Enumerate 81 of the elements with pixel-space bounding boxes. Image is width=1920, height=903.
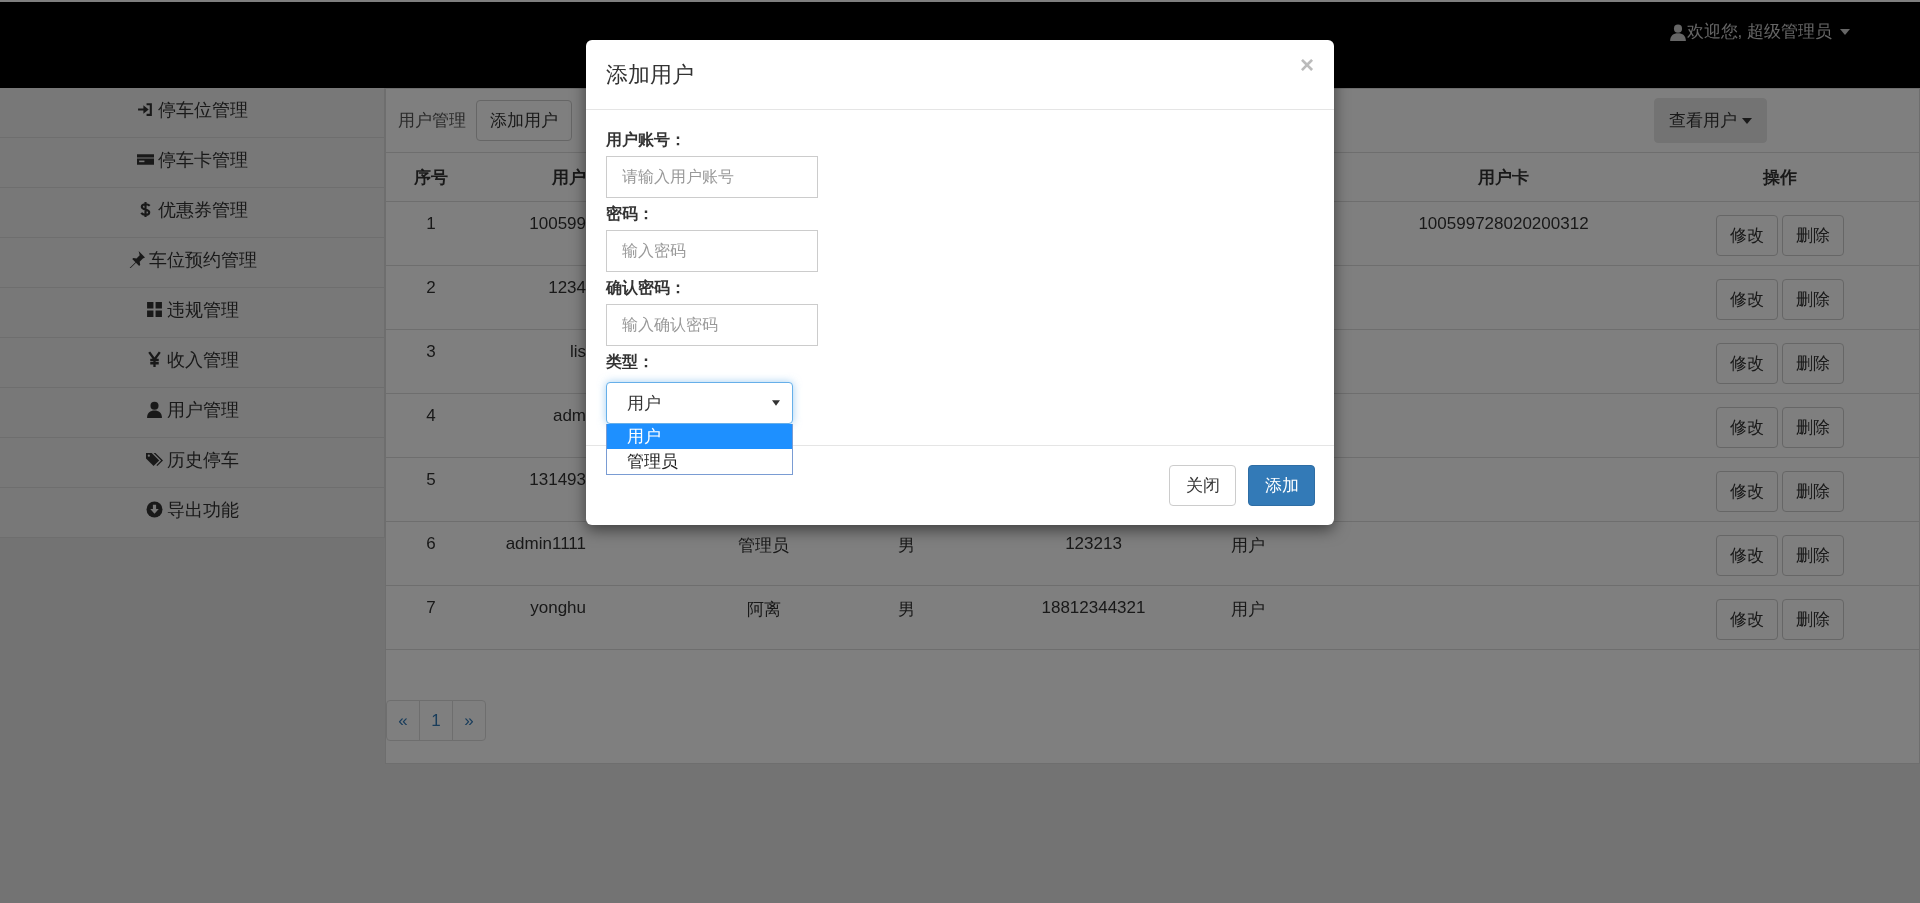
field-label: 用户账号： [606, 130, 686, 150]
sidebar-item[interactable]: 用户管理 [0, 388, 385, 438]
sidebar-item[interactable]: 车位预约管理 [0, 238, 385, 288]
table-cell: 5 [426, 470, 436, 489]
table-cell: 2 [426, 278, 436, 297]
pushpin-icon [127, 251, 145, 268]
table-cell: 123213 [1065, 534, 1122, 553]
dialog-title: 添加用户 [606, 60, 694, 89]
delete-button[interactable]: 删除 [1782, 343, 1844, 384]
table-cell: 男 [897, 600, 915, 619]
table-cell: 4 [426, 406, 436, 425]
user-icon [1668, 22, 1687, 41]
table-cell: lis [569, 342, 586, 361]
sidebar-item[interactable]: 违规管理 [0, 288, 385, 338]
type-select[interactable]: 用户 [606, 382, 793, 424]
login-icon [136, 101, 154, 118]
sidebar-item[interactable]: 停车卡管理 [0, 138, 385, 188]
sidebar-item[interactable]: 优惠券管理 [0, 188, 385, 238]
table-cell: 131493 [529, 470, 586, 489]
table-cell: adm [552, 406, 586, 425]
table-cell: 1234 [548, 278, 586, 297]
sidebar-item[interactable]: 历史停车 [0, 438, 385, 488]
table-cell: 阿离 [746, 600, 781, 619]
delete-button[interactable]: 删除 [1782, 535, 1844, 576]
dropdown-option[interactable]: 用户 [607, 424, 792, 449]
table-cell: 1 [426, 214, 436, 233]
delete-button[interactable]: 删除 [1782, 599, 1844, 640]
input-field[interactable]: 请输入用户账号 [606, 156, 818, 198]
column-header: 用户 [552, 167, 586, 187]
column-header: 序号 [414, 167, 448, 187]
view-users-dropdown[interactable]: 查看用户 [1654, 98, 1767, 143]
table-cell: 用户 [1231, 536, 1265, 555]
field-label: 类型： [606, 352, 654, 372]
table-cell: 管理员 [738, 536, 789, 555]
user-menu[interactable]: 欢迎您, 超级管理员 [1668, 20, 1850, 43]
sidebar-item[interactable]: 导出功能 [0, 488, 385, 538]
dropdown-option[interactable]: 管理员 [607, 449, 792, 474]
pagination-link[interactable]: » [452, 700, 486, 741]
edit-button[interactable]: 修改 [1716, 279, 1778, 320]
column-header: 操作 [1763, 167, 1797, 187]
delete-button[interactable]: 删除 [1782, 279, 1844, 320]
column-header: 用户卡 [1478, 167, 1529, 187]
field-label: 密码： [606, 204, 654, 224]
table-cell: yonghu [530, 598, 586, 617]
download-circle-icon [145, 501, 163, 518]
field-label: 确认密码： [606, 278, 686, 298]
tags-icon [145, 451, 163, 468]
add-button[interactable]: 添加 [1248, 465, 1315, 506]
delete-button[interactable]: 删除 [1782, 215, 1844, 256]
caret-icon [1840, 28, 1850, 35]
sidebar-item[interactable]: 收入管理 [0, 338, 385, 388]
pagination-link[interactable]: « [386, 700, 420, 741]
table-cell: 100599728020200312 [1418, 214, 1589, 233]
table-cell: 用户 [1231, 600, 1265, 619]
edit-button[interactable]: 修改 [1716, 215, 1778, 256]
grid-icon [145, 301, 163, 318]
close-dialog-button[interactable]: 关闭 [1169, 465, 1236, 506]
table-cell: 3 [426, 342, 436, 361]
delete-button[interactable]: 删除 [1782, 471, 1844, 512]
input-field[interactable]: 输入确认密码 [606, 304, 818, 346]
edit-button[interactable]: 修改 [1716, 343, 1778, 384]
table-cell: 6 [426, 534, 436, 553]
credit-card-icon [136, 151, 154, 168]
sidebar-item[interactable]: 停车位管理 [0, 88, 385, 138]
edit-button[interactable]: 修改 [1716, 599, 1778, 640]
add-user-button[interactable]: 添加用户 [476, 100, 572, 141]
table-cell: 7 [426, 598, 436, 617]
user-icon [145, 401, 163, 418]
table-cell: admin1111 [505, 534, 586, 553]
dropdown-arrow-icon [772, 400, 780, 406]
caret-icon [1742, 117, 1752, 124]
table-cell: 18812344321 [1041, 598, 1146, 617]
table-cell: 100599 [529, 214, 586, 233]
input-field[interactable]: 输入密码 [606, 230, 818, 272]
table-cell: 男 [897, 536, 915, 555]
section-title: 用户管理 [398, 110, 466, 132]
pagination-link[interactable]: 1 [419, 700, 453, 741]
delete-button[interactable]: 删除 [1782, 407, 1844, 448]
edit-button[interactable]: 修改 [1716, 407, 1778, 448]
edit-button[interactable]: 修改 [1716, 471, 1778, 512]
edit-button[interactable]: 修改 [1716, 535, 1778, 576]
